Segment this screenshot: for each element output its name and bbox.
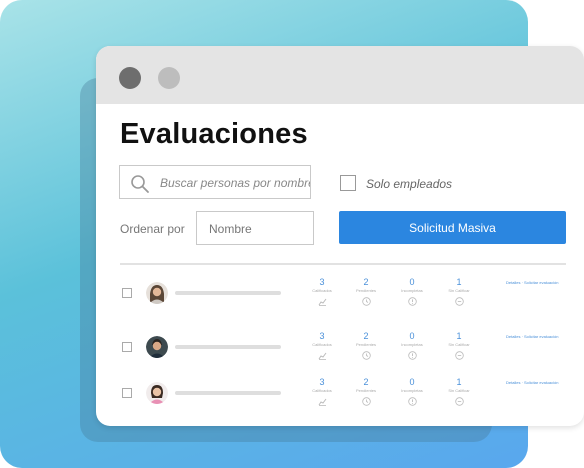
alert-icon — [407, 397, 417, 406]
employee-name-placeholder — [175, 291, 281, 295]
stat-pending[interactable]: 2 Pendientes — [341, 331, 391, 360]
pending-circle-icon — [454, 351, 464, 360]
stat-pending[interactable]: 2 Pendientes — [341, 277, 391, 306]
row-links[interactable]: Detalles · Solicitar evaluación — [506, 380, 558, 385]
pending-circle-icon — [454, 397, 464, 406]
stat-incomplete-label: Incompletas — [401, 388, 423, 393]
stat-rated-count: 3 — [319, 331, 325, 341]
stat-incomplete-count: 0 — [409, 331, 415, 341]
stat-rated[interactable]: 3 Calificados — [297, 277, 347, 306]
row-links[interactable]: Detalles · Solicitar evaluación — [506, 334, 558, 339]
stat-pending[interactable]: 2 Pendientes — [341, 377, 391, 406]
alert-icon — [407, 297, 417, 306]
chart-icon — [318, 298, 326, 306]
stat-rated-label: Calificados — [312, 388, 332, 393]
stat-unrated-count: 1 — [456, 331, 462, 341]
stat-incomplete-label: Incompletas — [401, 288, 423, 293]
clock-icon — [361, 351, 371, 360]
stat-unrated-label: Sin Calificar — [448, 388, 470, 393]
sort-label: Ordenar por — [120, 222, 185, 236]
divider — [120, 263, 566, 265]
row-checkbox[interactable] — [122, 388, 132, 398]
only-employees-label: Solo empleados — [366, 177, 453, 191]
app-window: Evaluaciones Solo empleados Ordenar por … — [96, 46, 584, 426]
stat-pending-count: 2 — [363, 377, 369, 387]
stat-pending-label: Pendientes — [355, 342, 376, 347]
stat-pending-count: 2 — [363, 277, 369, 287]
window-close-control[interactable] — [119, 67, 141, 89]
stat-incomplete[interactable]: 0 Incompletas — [387, 331, 437, 360]
alert-icon — [407, 351, 417, 360]
stat-rated-label: Calificados — [312, 342, 332, 347]
clock-icon — [361, 397, 371, 406]
stat-incomplete-label: Incompletas — [401, 342, 423, 347]
row-checkbox[interactable] — [122, 342, 132, 352]
stat-incomplete-count: 0 — [409, 277, 415, 287]
search-box[interactable] — [119, 165, 312, 200]
search-input[interactable] — [158, 166, 312, 200]
bulk-request-button[interactable]: Solicitud Masiva — [339, 211, 566, 244]
stat-incomplete[interactable]: 0 Incompletas — [387, 377, 437, 406]
stat-unrated[interactable]: 1 Sin Calificar — [434, 331, 484, 360]
stat-unrated[interactable]: 1 Sin Calificar — [434, 377, 484, 406]
row-checkbox[interactable] — [122, 288, 132, 298]
pending-circle-icon — [454, 297, 464, 306]
only-employees-checkbox[interactable] — [340, 175, 356, 191]
table-row: 3 Calificados 2 Pendientes 0 Incompletas… — [96, 274, 584, 314]
stat-incomplete[interactable]: 0 Incompletas — [387, 277, 437, 306]
stat-rated-count: 3 — [319, 377, 325, 387]
employee-name-placeholder — [175, 345, 281, 349]
stat-unrated[interactable]: 1 Sin Calificar — [434, 277, 484, 306]
stat-rated[interactable]: 3 Calificados — [297, 377, 347, 406]
table-row: 3 Calificados 2 Pendientes 0 Incompletas… — [96, 374, 584, 414]
sort-select[interactable]: Nombre — [196, 211, 314, 245]
stat-rated-label: Calificados — [312, 288, 332, 293]
stat-rated[interactable]: 3 Calificados — [297, 331, 347, 360]
stat-incomplete-count: 0 — [409, 377, 415, 387]
chart-icon — [318, 352, 326, 360]
employee-name-placeholder — [175, 391, 281, 395]
stat-pending-count: 2 — [363, 331, 369, 341]
stat-pending-label: Pendientes — [355, 288, 376, 293]
stat-unrated-count: 1 — [456, 277, 462, 287]
chart-icon — [318, 398, 326, 406]
stat-pending-label: Pendientes — [355, 388, 376, 393]
search-icon — [131, 175, 149, 193]
window-minimize-control[interactable] — [158, 67, 180, 89]
stat-rated-count: 3 — [319, 277, 325, 287]
clock-icon — [361, 297, 371, 306]
window-titlebar — [96, 46, 584, 104]
avatar — [146, 282, 168, 304]
sort-select-value: Nombre — [209, 222, 252, 236]
table-row: 3 Calificados 2 Pendientes 0 Incompletas… — [96, 328, 584, 368]
stat-unrated-count: 1 — [456, 377, 462, 387]
avatar — [146, 336, 168, 358]
row-links[interactable]: Detalles · Solicitar evaluación — [506, 280, 558, 285]
stat-unrated-label: Sin Calificar — [448, 288, 470, 293]
avatar — [146, 382, 168, 404]
page-title: Evaluaciones — [120, 118, 308, 150]
stat-unrated-label: Sin Calificar — [448, 342, 470, 347]
